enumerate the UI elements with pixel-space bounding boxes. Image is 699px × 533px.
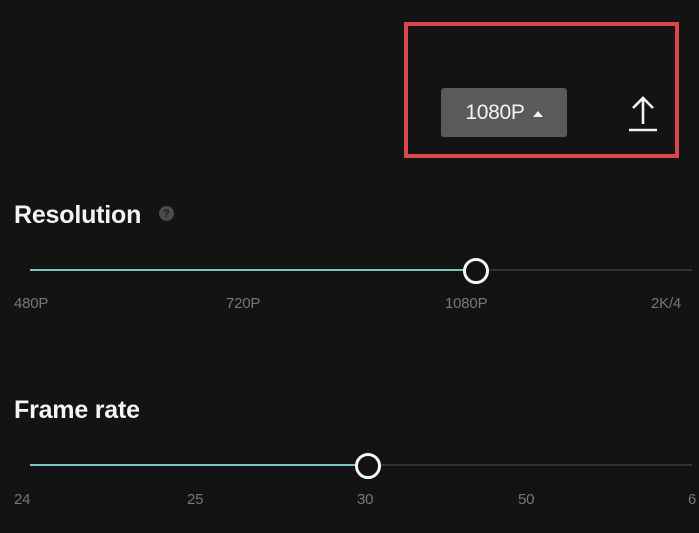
resolution-tick-720p: 720P bbox=[226, 295, 261, 312]
frame-rate-slider-fill bbox=[30, 464, 367, 466]
resolution-dropdown-button[interactable]: 1080P bbox=[441, 88, 567, 137]
upload-icon[interactable] bbox=[621, 94, 665, 134]
frame-rate-title: Frame rate bbox=[14, 396, 140, 424]
resolution-slider-track[interactable] bbox=[30, 258, 692, 284]
frame-rate-slider-track[interactable] bbox=[30, 453, 692, 479]
frame-rate-slider-thumb[interactable] bbox=[355, 453, 381, 479]
resolution-tick-480p: 480P bbox=[14, 295, 49, 312]
frame-rate-tick-60: 6 bbox=[688, 491, 697, 508]
resolution-title: Resolution bbox=[14, 201, 142, 229]
export-settings-panel: 1080P Resolution ? 480P 720P 1080P 2K/4 … bbox=[0, 0, 699, 533]
resolution-tick-1080p: 1080P bbox=[445, 295, 488, 312]
caret-up-icon bbox=[532, 110, 543, 117]
frame-rate-tick-50: 50 bbox=[518, 491, 535, 508]
question-circle-icon[interactable]: ? bbox=[159, 206, 174, 221]
frame-rate-tick-24: 24 bbox=[14, 491, 31, 508]
frame-rate-tick-30: 30 bbox=[357, 491, 374, 508]
frame-rate-tick-25: 25 bbox=[187, 491, 204, 508]
resolution-slider-thumb[interactable] bbox=[463, 258, 489, 284]
resolution-slider-fill bbox=[30, 269, 475, 271]
resolution-dropdown-label: 1080P bbox=[465, 100, 525, 124]
resolution-tick-2k4k: 2K/4 bbox=[651, 295, 682, 312]
